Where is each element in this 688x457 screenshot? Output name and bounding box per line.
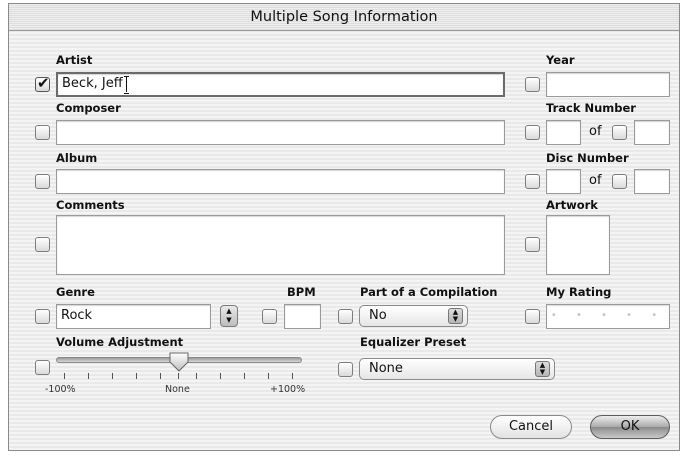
bpm-field[interactable]: [284, 304, 321, 329]
updown-arrows-icon: ▲ ▼: [448, 308, 463, 324]
volume-ticks: [56, 373, 302, 379]
genre-label: Genre: [56, 285, 95, 299]
composer-checkbox[interactable]: [35, 125, 50, 140]
year-label: Year: [546, 53, 575, 67]
compilation-value: No: [369, 308, 387, 323]
bpm-checkbox[interactable]: [262, 309, 277, 324]
disc-count-field[interactable]: [634, 169, 670, 194]
disc-count-checkbox[interactable]: [612, 174, 627, 189]
text-cursor-icon: [123, 75, 129, 94]
comments-label: Comments: [56, 198, 125, 212]
track-number-checkbox[interactable]: [525, 125, 540, 140]
compilation-checkbox[interactable]: [338, 309, 353, 324]
year-checkbox[interactable]: [525, 77, 540, 92]
updown-arrows-icon: ▲ ▼: [226, 307, 232, 324]
updown-arrows-icon: ▲ ▼: [535, 361, 550, 377]
window-title: Multiple Song Information: [9, 4, 679, 31]
track-count-checkbox[interactable]: [612, 125, 627, 140]
my-rating-checkbox[interactable]: [525, 309, 540, 324]
album-label: Album: [56, 151, 98, 165]
artwork-label: Artwork: [546, 198, 598, 212]
genre-field[interactable]: Rock: [56, 304, 211, 329]
multiple-song-info-dialog: Multiple Song Information Artist ✔ Beck,…: [8, 3, 680, 451]
composer-label: Composer: [56, 101, 121, 115]
genre-stepper[interactable]: ▲ ▼: [220, 305, 238, 327]
ok-button[interactable]: OK: [590, 415, 670, 439]
disc-number-label: Disc Number: [546, 151, 629, 165]
artist-checkbox[interactable]: ✔: [35, 74, 50, 92]
equalizer-popup[interactable]: None ▲ ▼: [359, 358, 555, 380]
comments-field[interactable]: [56, 215, 505, 275]
artist-label: Artist: [56, 53, 93, 67]
artwork-well[interactable]: [546, 215, 610, 275]
compilation-label: Part of a Compilation: [360, 285, 498, 299]
volume-label: Volume Adjustment: [56, 335, 184, 349]
bpm-label: BPM: [287, 285, 316, 299]
my-rating-stars[interactable]: • • • • •: [546, 304, 670, 329]
cancel-button[interactable]: Cancel: [490, 415, 572, 439]
genre-checkbox[interactable]: [35, 309, 50, 324]
volume-mid-label: None: [165, 384, 190, 395]
album-checkbox[interactable]: [35, 174, 50, 189]
volume-checkbox[interactable]: [35, 360, 50, 375]
volume-min-label: -100%: [45, 384, 76, 395]
volume-max-label: +100%: [270, 384, 306, 395]
disc-number-field[interactable]: [546, 169, 581, 194]
equalizer-checkbox[interactable]: [338, 362, 353, 377]
composer-field[interactable]: [56, 120, 505, 145]
year-field[interactable]: [546, 72, 670, 97]
compilation-popup[interactable]: No ▲ ▼: [359, 305, 468, 327]
artist-value: Beck, Jeff: [62, 76, 123, 91]
my-rating-label: My Rating: [546, 285, 612, 299]
artwork-checkbox[interactable]: [525, 237, 540, 252]
checkmark-icon: ✔: [37, 74, 50, 92]
disc-of-label: of: [589, 173, 602, 188]
track-number-label: Track Number: [546, 101, 636, 115]
comments-checkbox[interactable]: [35, 237, 50, 252]
track-count-field[interactable]: [634, 120, 670, 145]
track-of-label: of: [589, 124, 602, 139]
album-field[interactable]: [56, 169, 505, 194]
equalizer-value: None: [369, 361, 403, 376]
track-number-field[interactable]: [546, 120, 581, 145]
slider-thumb-icon: [169, 352, 189, 372]
equalizer-label: Equalizer Preset: [360, 335, 467, 349]
disc-number-checkbox[interactable]: [525, 174, 540, 189]
volume-slider-thumb[interactable]: [168, 352, 190, 372]
artist-field[interactable]: Beck, Jeff: [56, 72, 505, 97]
